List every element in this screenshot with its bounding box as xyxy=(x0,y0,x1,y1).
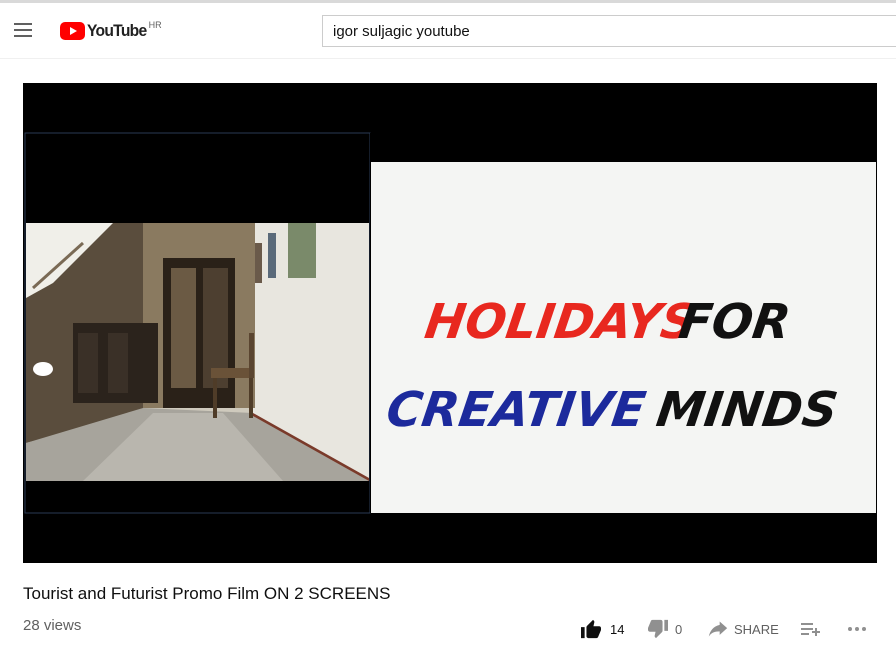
add-to-playlist-icon xyxy=(801,623,820,636)
video-title: Tourist and Futurist Promo Film ON 2 SCR… xyxy=(23,584,391,603)
country-code: HR xyxy=(148,20,162,30)
screen-word-for: FOR xyxy=(675,294,793,350)
menu-icon[interactable] xyxy=(14,23,34,39)
youtube-logo-icon xyxy=(60,22,85,40)
dislike-button[interactable]: 0 xyxy=(647,617,682,641)
search-box[interactable] xyxy=(322,15,896,47)
like-count: 14 xyxy=(610,621,625,637)
logo-text: YouTube xyxy=(87,21,147,40)
screen-word-creative: CREATIVE xyxy=(383,382,649,438)
search-input[interactable] xyxy=(323,16,896,46)
more-icon xyxy=(848,627,866,631)
view-count: 28 views xyxy=(23,617,82,634)
hallway-scene xyxy=(26,223,369,481)
youtube-logo[interactable]: YouTube HR xyxy=(60,20,162,42)
dislike-count: 0 xyxy=(675,621,683,637)
screen-word-minds: MINDS xyxy=(653,382,841,438)
more-actions-button[interactable] xyxy=(847,617,867,641)
share-button[interactable]: SHARE xyxy=(708,617,779,641)
add-to-playlist-button[interactable] xyxy=(801,617,821,641)
video-player[interactable]: HOLIDAYS FOR CREATIVE MINDS xyxy=(23,83,877,563)
video-frame: HOLIDAYS FOR CREATIVE MINDS xyxy=(23,83,877,563)
thumbs-up-icon xyxy=(581,619,601,639)
thumbs-down-icon xyxy=(648,619,668,639)
masthead: YouTube HR xyxy=(0,3,896,59)
like-button[interactable]: 14 xyxy=(580,617,624,641)
screen-word-holidays: HOLIDAYS xyxy=(421,294,699,350)
share-label: SHARE xyxy=(734,621,779,637)
share-icon xyxy=(708,621,728,637)
